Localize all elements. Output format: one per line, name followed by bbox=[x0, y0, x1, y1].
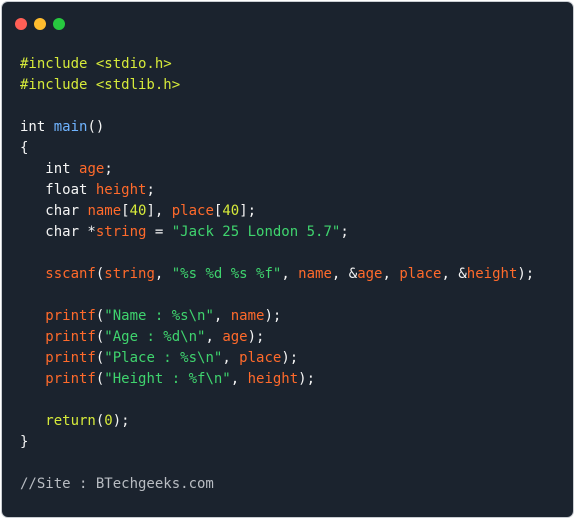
punctuation-token: , bbox=[205, 329, 223, 345]
punctuation-token: ; bbox=[146, 182, 155, 198]
type-token: int bbox=[20, 161, 80, 177]
variable-token: age bbox=[222, 329, 248, 345]
code-line: float height; bbox=[20, 180, 534, 201]
punctuation-token: ; bbox=[104, 161, 113, 177]
code-line: } bbox=[20, 432, 534, 453]
string-token: "Age : %d\n" bbox=[104, 329, 206, 345]
preprocessor-token: #include <stdlib.h> bbox=[20, 77, 181, 93]
string-token: "Height : %f\n" bbox=[104, 371, 231, 387]
punctuation-token: { bbox=[20, 140, 29, 156]
punctuation-token: = bbox=[146, 224, 172, 240]
string-token: "Name : %s\n" bbox=[104, 308, 214, 324]
punctuation-token: , bbox=[154, 266, 172, 282]
variable-token: height bbox=[95, 182, 147, 198]
type-token: char bbox=[20, 203, 88, 219]
code-line: { bbox=[20, 138, 534, 159]
code-line: sscanf(string, "%s %d %s %f", name, &age… bbox=[20, 264, 534, 285]
code-line: char *string = "Jack 25 London 5.7"; bbox=[20, 222, 534, 243]
punctuation-token: ; bbox=[340, 224, 349, 240]
code-line: printf("Place : %s\n", place); bbox=[20, 348, 534, 369]
code-line: #include <stdio.h> bbox=[20, 54, 534, 75]
close-dot-icon[interactable] bbox=[15, 18, 27, 30]
code-line: //Site : BTechgeeks.com bbox=[20, 474, 534, 495]
punctuation-token: ); bbox=[247, 329, 265, 345]
function-call-token: printf bbox=[20, 350, 96, 366]
type-token: int bbox=[20, 119, 54, 135]
variable-token: string bbox=[104, 266, 155, 282]
punctuation-token: , bbox=[222, 350, 240, 366]
string-token: "Place : %s\n" bbox=[104, 350, 223, 366]
maximize-dot-icon[interactable] bbox=[53, 18, 65, 30]
variable-token: place bbox=[171, 203, 214, 219]
string-token: "%s %d %s %f" bbox=[171, 266, 282, 282]
code-line: #include <stdlib.h> bbox=[20, 75, 534, 96]
punctuation-token: } bbox=[20, 434, 29, 450]
code-block: #include <stdio.h> #include <stdlib.h> int… bbox=[20, 54, 534, 495]
punctuation-token: ); bbox=[264, 308, 282, 324]
number-token: 40 bbox=[222, 203, 240, 219]
code-line: return(0); bbox=[20, 411, 534, 432]
function-call-token: printf bbox=[20, 308, 96, 324]
variable-token: name bbox=[298, 266, 332, 282]
punctuation-token: , bbox=[230, 371, 248, 387]
code-line: char name[40], place[40]; bbox=[20, 201, 534, 222]
punctuation-token: ]; bbox=[239, 203, 257, 219]
function-call-token: sscanf bbox=[20, 266, 96, 282]
variable-token: age bbox=[79, 161, 105, 177]
code-line: printf("Name : %s\n", name); bbox=[20, 306, 534, 327]
punctuation-token: ); bbox=[112, 413, 130, 429]
punctuation-token: () bbox=[87, 119, 105, 135]
punctuation-token: ], bbox=[146, 203, 172, 219]
function-call-token: printf bbox=[20, 329, 96, 345]
variable-token: height bbox=[247, 371, 299, 387]
comment-token: //Site : BTechgeeks.com bbox=[20, 476, 214, 492]
type-token: float bbox=[20, 182, 96, 198]
minimize-dot-icon[interactable] bbox=[34, 18, 46, 30]
punctuation-token: ); bbox=[517, 266, 535, 282]
variable-token: place bbox=[239, 350, 282, 366]
variable-token: string bbox=[95, 224, 147, 240]
variable-token: name bbox=[230, 308, 265, 324]
punctuation-token: ); bbox=[281, 350, 299, 366]
number-token: 0 bbox=[104, 413, 113, 429]
punctuation-token: , bbox=[213, 308, 231, 324]
code-line: printf("Height : %f\n", height); bbox=[20, 369, 534, 390]
number-token: 40 bbox=[129, 203, 147, 219]
code-line: int main() bbox=[20, 117, 534, 138]
variable-token: height bbox=[466, 266, 518, 282]
string-token: "Jack 25 London 5.7" bbox=[171, 224, 341, 240]
code-window: #include <stdio.h> #include <stdlib.h> int… bbox=[2, 2, 573, 517]
punctuation-token: ); bbox=[298, 371, 316, 387]
function-call-token: printf bbox=[20, 371, 96, 387]
type-token: char * bbox=[20, 224, 96, 240]
variable-token: name bbox=[87, 203, 122, 219]
punctuation-token: , bbox=[281, 266, 299, 282]
function-name-token: main bbox=[53, 119, 88, 135]
punctuation-token: , & bbox=[331, 266, 358, 282]
preprocessor-token: #include <stdio.h> bbox=[20, 56, 172, 72]
variable-token: age bbox=[357, 266, 383, 282]
keyword-token: return bbox=[20, 413, 96, 429]
punctuation-token: [ bbox=[121, 203, 130, 219]
code-line: int age; bbox=[20, 159, 534, 180]
punctuation-token: , & bbox=[441, 266, 467, 282]
punctuation-token: , bbox=[382, 266, 400, 282]
code-line: printf("Age : %d\n", age); bbox=[20, 327, 534, 348]
variable-token: place bbox=[399, 266, 442, 282]
